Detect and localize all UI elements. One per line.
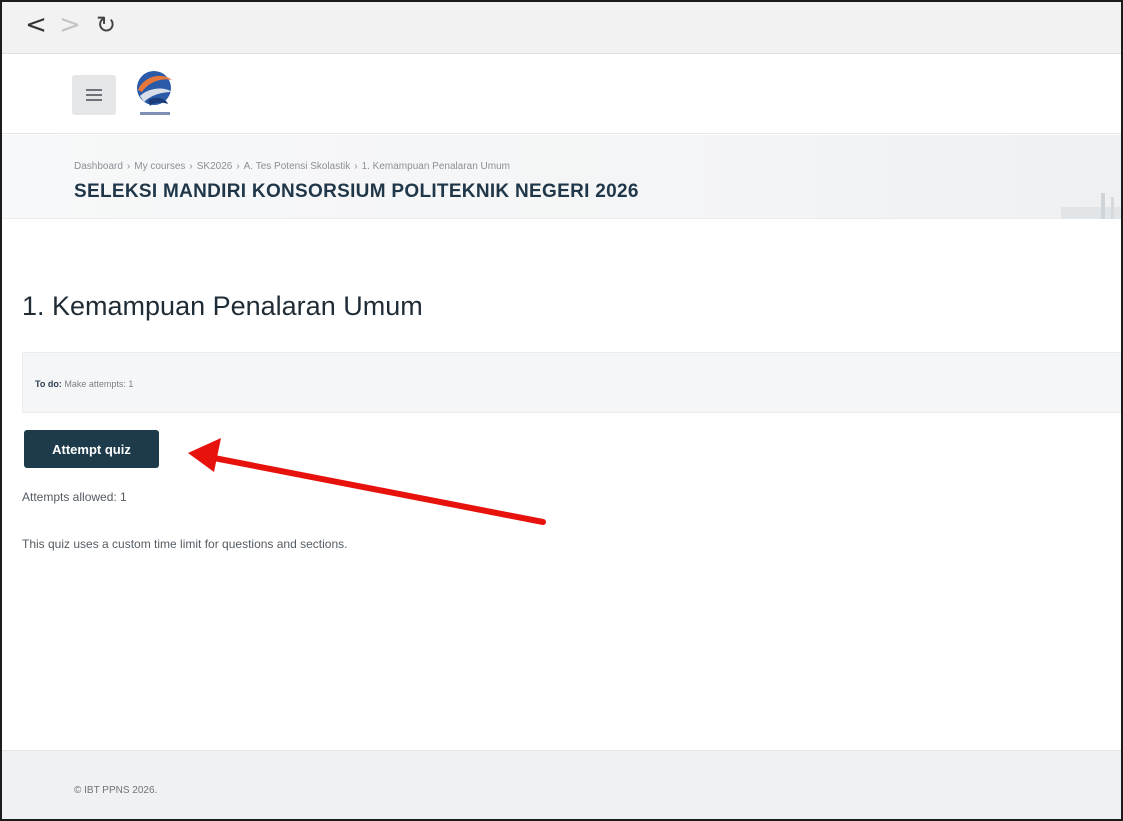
- breadcrumb-separator: ›: [236, 161, 240, 172]
- footer: © IBT PPNS 2026.: [2, 750, 1121, 819]
- ppns-logo-icon[interactable]: [128, 66, 182, 126]
- attempt-quiz-button[interactable]: Attempt quiz: [24, 430, 159, 468]
- todo-status: To do: Make attempts: 1: [35, 379, 133, 389]
- page-header: Dashboard › My courses › SK2026 › A. Tes Poten…: [2, 135, 1121, 219]
- browser-window: < > ↻ Dashboard › My courses › SK2026 › A. Tes…: [0, 0, 1123, 821]
- hamburger-menu-icon[interactable]: [72, 75, 116, 115]
- main-content: 1. Kemampuan Penalaran Umum To do: Make …: [2, 219, 1121, 750]
- breadcrumb-item-dashboard[interactable]: Dashboard: [74, 161, 123, 172]
- todo-value: Make attempts: 1: [64, 379, 134, 389]
- breadcrumb-separator: ›: [126, 161, 131, 172]
- breadcrumb-item-current[interactable]: 1. Kemampuan Penalaran Umum: [362, 161, 510, 172]
- chevron-right-icon[interactable]: >: [56, 12, 84, 40]
- chevron-left-icon[interactable]: <: [22, 12, 50, 40]
- todo-label: To do:: [35, 379, 62, 389]
- breadcrumb: Dashboard › My courses › SK2026 › A. Tes Poten…: [74, 161, 510, 172]
- breadcrumb-item-my-courses[interactable]: My courses: [134, 161, 185, 172]
- reload-icon[interactable]: ↻: [92, 12, 120, 40]
- breadcrumb-separator: ›: [354, 161, 358, 172]
- attempts-allowed-text: Attempts allowed: 1: [22, 490, 127, 504]
- browser-toolbar: < > ↻: [2, 2, 1121, 54]
- site-header: [2, 54, 1121, 134]
- breadcrumb-item-course[interactable]: SK2026: [197, 161, 233, 172]
- header-decoration: [1061, 193, 1121, 219]
- site-title: SELEKSI MANDIRI KONSORSIUM POLITEKNIK NE…: [74, 181, 639, 202]
- breadcrumb-separator: ›: [189, 161, 193, 172]
- activity-completion-box: To do: Make attempts: 1: [22, 352, 1121, 413]
- footer-copyright: © IBT PPNS 2026.: [74, 785, 158, 796]
- breadcrumb-item-section[interactable]: A. Tes Potensi Skolastik: [244, 161, 351, 172]
- page-title: 1. Kemampuan Penalaran Umum: [22, 291, 423, 321]
- time-limit-note: This quiz uses a custom time limit for q…: [22, 537, 348, 551]
